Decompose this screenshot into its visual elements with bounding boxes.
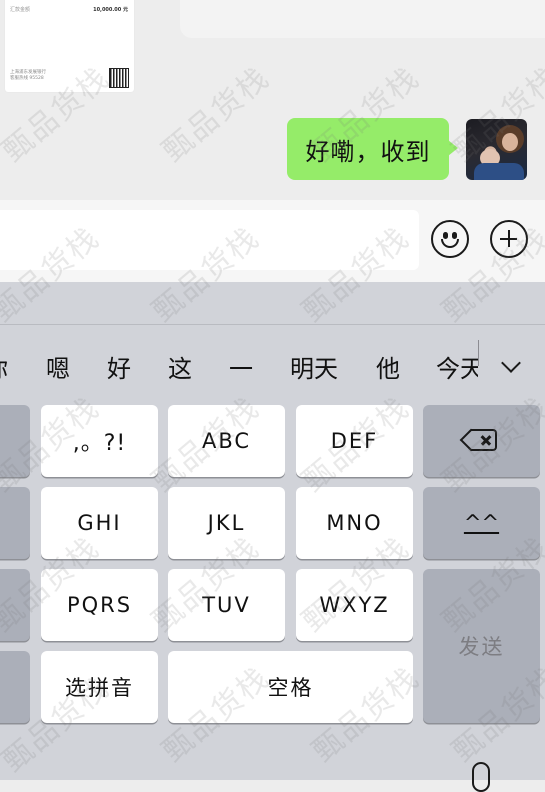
receipt-bank-info: 上海浦东发展银行 客服热线 95528	[10, 70, 46, 82]
candidate-item[interactable]: 明天	[290, 352, 338, 386]
send-button-label: 发送	[458, 635, 505, 659]
space-key[interactable]: 空格	[168, 651, 413, 723]
candidate-item[interactable]: 好	[107, 352, 131, 386]
key-wxyz[interactable]: WXYZ	[296, 569, 413, 641]
candidate-item[interactable]: 今天	[436, 352, 478, 386]
key-tuv[interactable]: TUV	[168, 569, 285, 641]
key-def-label: DEF	[330, 429, 379, 453]
candidate-divider	[478, 340, 479, 366]
incoming-message-bubble[interactable]	[180, 0, 545, 38]
emoticon-key-label: ^^	[463, 511, 500, 535]
microphone-icon[interactable]	[472, 762, 490, 792]
avatar-body	[474, 163, 524, 180]
chevron-down-icon[interactable]	[497, 354, 525, 378]
backspace-button[interactable]	[423, 405, 540, 477]
message-input[interactable]	[0, 210, 419, 270]
key-mno[interactable]: MNO	[296, 487, 413, 559]
avatar-face	[502, 133, 518, 151]
key-jkl[interactable]: JKL	[168, 487, 285, 559]
keyboard-top-divider	[0, 324, 545, 325]
candidate-item[interactable]: 嗯	[46, 352, 70, 386]
backspace-icon	[459, 428, 499, 453]
key-pqrs[interactable]: PQRS	[41, 569, 158, 641]
left-side-key[interactable]	[0, 651, 30, 723]
key-abc-label: ABC	[201, 429, 252, 453]
candidate-item[interactable]: 一	[229, 352, 253, 386]
receipt-amount: 10,000.00 元	[93, 7, 128, 13]
select-pinyin-label: 选拼音	[65, 676, 134, 700]
transfer-receipt-image[interactable]: 汇款金额 10,000.00 元 上海浦东发展银行 客服热线 95528	[5, 0, 134, 92]
key-ghi-label: GHI	[77, 511, 122, 535]
message-input-bar	[0, 200, 545, 282]
qr-code-icon	[109, 68, 129, 88]
key-jkl-label: JKL	[207, 511, 246, 535]
left-side-key[interactable]	[0, 405, 30, 477]
key-tuv-label: TUV	[202, 593, 251, 617]
send-button[interactable]: 发送	[423, 569, 540, 723]
chat-area: 汇款金额 10,000.00 元 上海浦东发展银行 客服热线 95528 好嘞，…	[0, 0, 545, 200]
emoticon-key[interactable]: ^^	[423, 487, 540, 559]
left-side-key[interactable]	[0, 487, 30, 559]
emoji-button[interactable]	[431, 220, 469, 258]
receipt-bank-hotline: 客服热线 95528	[10, 76, 44, 81]
receipt-amount-label: 汇款金额	[10, 7, 31, 13]
candidate-item[interactable]: 他	[376, 352, 400, 386]
left-side-key[interactable]	[0, 569, 30, 641]
key-pqrs-label: PQRS	[66, 593, 133, 617]
key-abc[interactable]: ABC	[168, 405, 285, 477]
key-mno-label: MNO	[326, 511, 383, 535]
sent-message-bubble[interactable]: 好嘞，收到	[287, 118, 458, 180]
emoji-smile-icon	[441, 239, 459, 248]
candidate-bar: 你 嗯 好 这 一 明天 他 今天	[0, 342, 478, 392]
pinyin-keyboard: 你 嗯 好 这 一 明天 他 今天 ,。?! ABC DEF GHI JKL M…	[0, 282, 545, 780]
candidate-item[interactable]: 这	[168, 352, 192, 386]
emoji-eye-icon	[452, 232, 457, 239]
key-def[interactable]: DEF	[296, 405, 413, 477]
more-options-plus-button[interactable]	[490, 220, 528, 258]
key-wxyz-label: WXYZ	[319, 593, 390, 617]
avatar[interactable]	[466, 119, 527, 180]
key-ghi[interactable]: GHI	[41, 487, 158, 559]
emoji-eye-icon	[443, 232, 448, 239]
select-pinyin-key[interactable]: 选拼音	[41, 651, 158, 723]
candidate-item[interactable]: 你	[0, 352, 8, 386]
punctuation-key-label: ,。?!	[72, 431, 127, 456]
space-key-label: 空格	[267, 676, 314, 700]
punctuation-key[interactable]: ,。?!	[41, 405, 158, 477]
